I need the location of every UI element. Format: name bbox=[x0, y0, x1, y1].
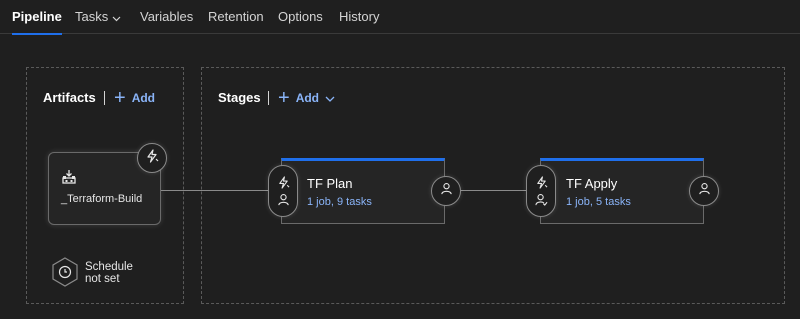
artifact-name: _Terraform-Build bbox=[61, 193, 143, 205]
tab-options[interactable]: Options bbox=[278, 0, 323, 34]
tab-variables[interactable]: Variables bbox=[140, 0, 193, 34]
schedule-button[interactable] bbox=[50, 257, 80, 287]
tab-label: History bbox=[339, 9, 380, 24]
add-artifact-button[interactable]: + Add bbox=[114, 87, 156, 109]
stage-summary[interactable]: 1 job, 5 tasks bbox=[566, 196, 631, 208]
pre-deployment-conditions bbox=[268, 165, 298, 217]
schedule-status: Schedule not set bbox=[85, 261, 155, 285]
tab-label: Variables bbox=[140, 9, 194, 24]
tab-bar: Pipeline Tasks Variables Retention Optio… bbox=[0, 0, 800, 35]
chevron-down-icon bbox=[325, 91, 335, 105]
title-separator bbox=[268, 91, 269, 105]
tab-tasks[interactable]: Tasks bbox=[75, 0, 121, 34]
post-deployment-approval-button[interactable] bbox=[689, 176, 719, 206]
lightning-trigger-icon[interactable] bbox=[535, 176, 548, 189]
plus-icon: + bbox=[278, 87, 290, 109]
stage-card-tf-apply[interactable]: TF Apply 1 job, 5 tasks bbox=[540, 158, 704, 224]
schedule-line2: not set bbox=[85, 273, 120, 285]
person-approval-icon[interactable] bbox=[277, 193, 290, 206]
add-label: Add bbox=[131, 91, 156, 105]
title-separator bbox=[104, 91, 105, 105]
tab-label: Tasks bbox=[75, 9, 109, 24]
tab-label: Pipeline bbox=[12, 9, 62, 24]
tab-label: Options bbox=[278, 9, 323, 24]
person-check-icon[interactable] bbox=[534, 193, 548, 206]
add-label: Add bbox=[295, 91, 320, 105]
add-stage-button[interactable]: + Add bbox=[278, 87, 335, 109]
tab-pipeline[interactable]: Pipeline bbox=[12, 0, 62, 35]
person-approval-icon bbox=[698, 182, 711, 200]
tab-retention[interactable]: Retention bbox=[208, 0, 264, 34]
person-approval-icon bbox=[440, 182, 453, 200]
stage-name: TF Apply bbox=[566, 176, 618, 191]
stage-connector bbox=[459, 190, 526, 191]
artifact-to-stage-connector bbox=[161, 190, 268, 191]
stage-summary[interactable]: 1 job, 9 tasks bbox=[307, 196, 372, 208]
plus-icon: + bbox=[114, 87, 126, 109]
tab-history[interactable]: History bbox=[339, 0, 379, 34]
tab-label: Retention bbox=[208, 9, 264, 24]
stage-name: TF Plan bbox=[307, 176, 353, 191]
lightning-trigger-icon[interactable] bbox=[277, 176, 290, 189]
artifact-trigger-button[interactable] bbox=[137, 143, 167, 173]
stages-title: Stages bbox=[218, 90, 261, 105]
lightning-trigger-icon bbox=[145, 148, 159, 168]
chevron-down-icon bbox=[112, 1, 121, 35]
pre-deployment-conditions bbox=[526, 165, 556, 217]
clock-icon bbox=[52, 257, 78, 287]
schedule-line1: Schedule bbox=[85, 261, 133, 273]
post-deployment-approval-button[interactable] bbox=[431, 176, 461, 206]
artifacts-title: Artifacts bbox=[43, 90, 96, 105]
stage-card-tf-plan[interactable]: TF Plan 1 job, 9 tasks bbox=[281, 158, 445, 224]
build-artifact-icon bbox=[61, 169, 77, 190]
